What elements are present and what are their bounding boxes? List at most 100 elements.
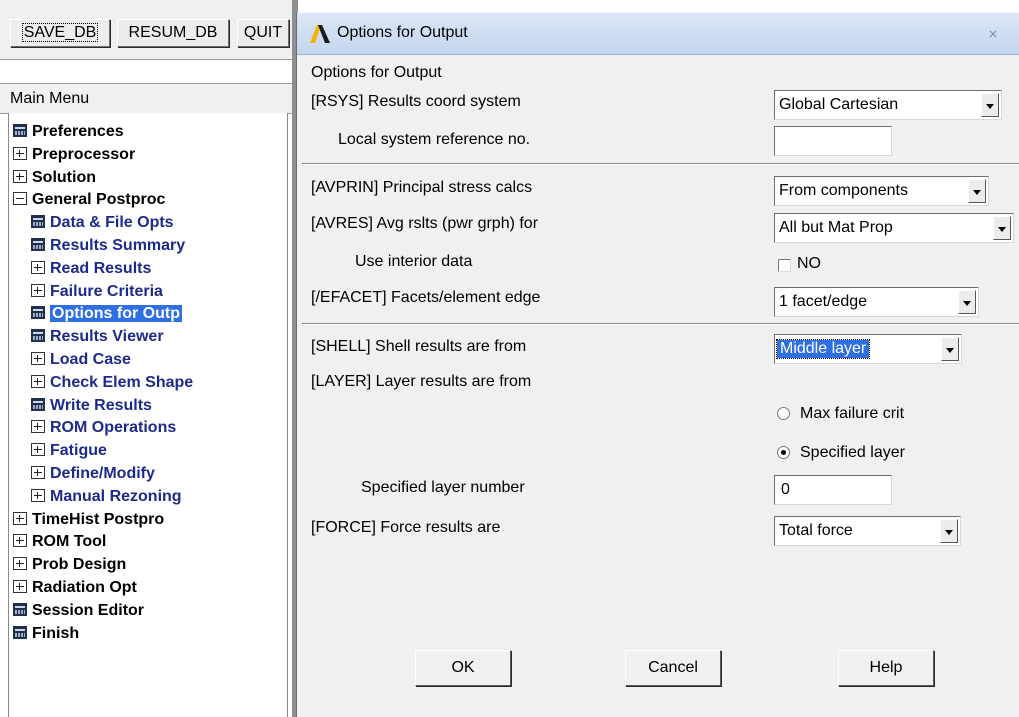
expand-icon[interactable] [13, 580, 27, 593]
expand-icon[interactable] [31, 466, 45, 479]
cancel-button[interactable]: Cancel [625, 650, 721, 686]
menu-item-label: ROM Tool [32, 533, 107, 551]
dialog-titlebar[interactable]: Options for Output ⨯ [297, 13, 1019, 55]
expand-icon[interactable] [13, 169, 27, 183]
efacet-label: [/EFACET] Facets/element edge [311, 289, 541, 306]
menu-item-label: Preferences [32, 123, 124, 140]
avres-label: [AVRES] Avg rslts (pwr grph) for [311, 215, 539, 232]
rsys-dropdown[interactable]: Global Cartesian [774, 90, 1002, 120]
expand-icon[interactable] [13, 146, 27, 160]
menu-item[interactable]: Manual Rezoning [31, 486, 182, 508]
main-menu-title: Main Menu [0, 83, 292, 114]
layer-label: [LAYER] Layer results are from [311, 373, 532, 390]
calc-icon[interactable] [31, 329, 45, 343]
menu-item[interactable]: Options for Outp [31, 303, 182, 325]
save-db-button[interactable]: SAVE_DB [10, 19, 110, 47]
expand-icon[interactable] [31, 420, 45, 434]
ok-button[interactable]: OK [415, 650, 511, 686]
menu-item[interactable]: Results Summary [31, 235, 185, 257]
menu-item-label: Data & File Opts [50, 214, 174, 232]
expand-icon[interactable] [13, 557, 27, 571]
calc-icon[interactable] [13, 625, 27, 639]
calc-icon[interactable] [31, 215, 45, 229]
options-for-output-dialog: Options for Output ⨯ Options for Output … [296, 13, 1019, 717]
menu-item[interactable]: Prob Design [13, 554, 126, 576]
layer-number-label: Specified layer number [361, 479, 525, 496]
expand-icon[interactable] [31, 283, 45, 297]
resum-db-button[interactable]: RESUM_DB [117, 19, 229, 47]
specified-layer-radio[interactable] [777, 446, 790, 459]
menu-item[interactable]: General Postproc [13, 189, 165, 211]
chevron-down-icon[interactable] [968, 179, 986, 203]
chevron-down-icon[interactable] [981, 93, 999, 117]
expand-icon[interactable] [13, 534, 27, 548]
menu-item[interactable]: Data & File Opts [31, 212, 174, 234]
menu-item[interactable]: Load Case [31, 349, 131, 371]
avres-dropdown[interactable]: All but Mat Prop [774, 213, 1014, 243]
menu-item[interactable]: Define/Modify [31, 463, 155, 485]
menu-item[interactable]: Session Editor [13, 600, 144, 622]
menu-item[interactable]: Read Results [31, 258, 151, 280]
ansys-logo-icon [310, 25, 330, 43]
interior-data-checkbox[interactable] [778, 259, 791, 272]
local-ref-input[interactable] [774, 126, 892, 156]
menu-item[interactable]: Failure Criteria [31, 281, 163, 303]
calc-icon[interactable] [13, 124, 27, 137]
expand-icon[interactable] [31, 260, 45, 274]
menu-item-label: Define/Modify [50, 465, 155, 482]
calc-icon[interactable] [31, 306, 45, 320]
help-button[interactable]: Help [838, 650, 934, 686]
calc-icon[interactable] [13, 602, 27, 616]
quit-button[interactable]: QUIT [237, 19, 289, 47]
menu-item-label: Preprocessor [32, 145, 136, 163]
force-value: Total force [779, 522, 853, 539]
shell-dropdown[interactable]: Middle layer [774, 334, 962, 364]
chevron-down-icon[interactable] [993, 216, 1011, 240]
efacet-dropdown[interactable]: 1 facet/edge [774, 287, 979, 317]
calc-icon[interactable] [31, 238, 45, 251]
expand-icon[interactable] [13, 511, 27, 525]
chevron-down-icon[interactable] [940, 519, 958, 543]
menu-item[interactable]: TimeHist Postpro [13, 509, 164, 531]
menu-item-label: Finish [32, 624, 80, 642]
menu-item-label: Session Editor [32, 601, 145, 619]
menu-item-label: Radiation Opt [32, 579, 137, 596]
menu-item[interactable]: Fatigue [31, 440, 107, 462]
menu-item[interactable]: Solution [13, 167, 96, 189]
menu-item[interactable]: Write Results [31, 395, 152, 417]
menu-item[interactable]: Check Elem Shape [31, 372, 193, 394]
menu-item-label: Results Summary [50, 237, 186, 254]
menu-item-label: Options for Outp [50, 305, 182, 323]
menu-item-label: Read Results [50, 259, 152, 277]
max-failure-label: Max failure crit [800, 405, 905, 422]
toolbar: SAVE_DB RESUM_DB QUIT [0, 0, 292, 60]
chevron-down-icon[interactable] [958, 290, 976, 314]
menu-item[interactable]: Finish [13, 623, 79, 645]
menu-item-label: Failure Criteria [50, 282, 163, 300]
layer-number-input[interactable] [774, 475, 892, 505]
menu-item[interactable]: Preprocessor [13, 144, 135, 166]
menu-item[interactable]: ROM Operations [31, 417, 176, 439]
shell-value: Middle layer [775, 339, 871, 359]
expand-icon[interactable] [31, 488, 45, 502]
rsys-label: [RSYS] Results coord system [311, 93, 521, 110]
expand-icon[interactable] [31, 374, 45, 388]
expand-icon[interactable] [31, 443, 45, 457]
collapse-icon[interactable] [13, 192, 27, 206]
menu-item[interactable]: Radiation Opt [13, 577, 137, 599]
menu-item[interactable]: Results Viewer [31, 326, 164, 348]
chevron-down-icon[interactable] [941, 337, 959, 361]
close-icon[interactable]: ⨯ [981, 24, 1005, 44]
expand-icon[interactable] [31, 352, 45, 365]
menu-item[interactable]: Preferences [13, 121, 124, 143]
max-failure-radio[interactable] [777, 407, 790, 420]
calc-icon[interactable] [31, 397, 45, 411]
local-ref-label: Local system reference no. [338, 131, 531, 148]
force-dropdown[interactable]: Total force [774, 516, 961, 546]
avprin-dropdown[interactable]: From components [774, 176, 989, 206]
menu-item-label: Check Elem Shape [50, 373, 194, 391]
menu-item-label: Solution [32, 168, 96, 186]
menu-item-label: General Postproc [32, 191, 166, 209]
menu-item-label: Write Results [50, 396, 152, 414]
menu-item[interactable]: ROM Tool [13, 531, 106, 553]
